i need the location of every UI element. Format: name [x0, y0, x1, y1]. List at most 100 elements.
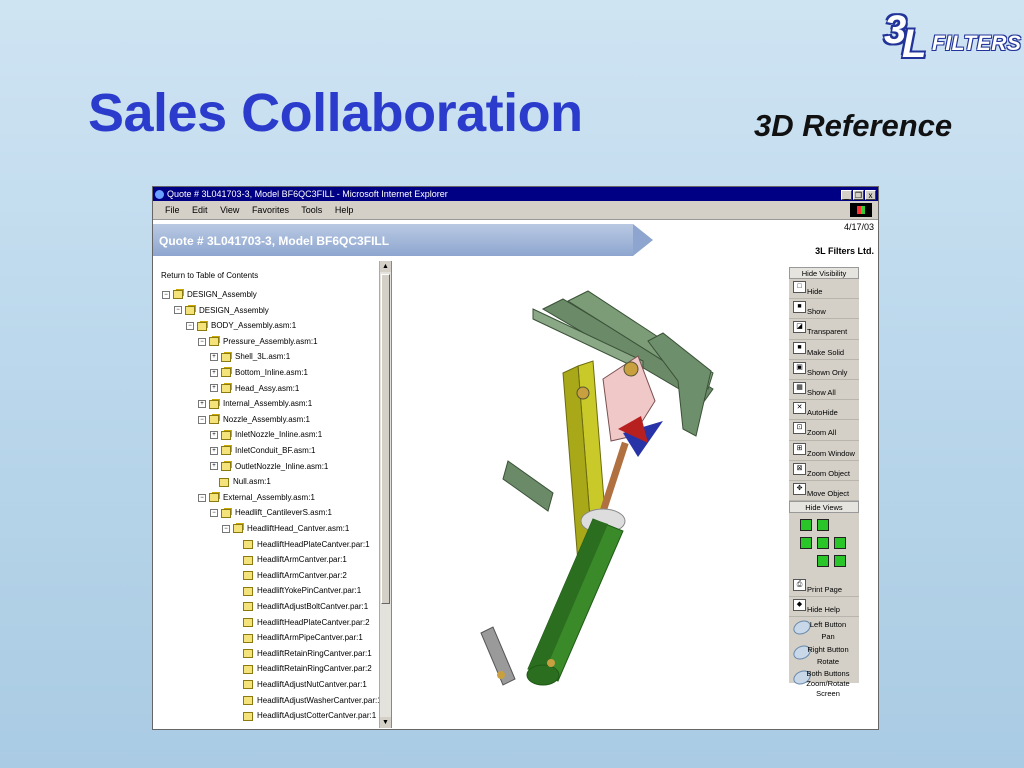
collapse-icon[interactable]: −	[186, 322, 194, 331]
view-cube-icon[interactable]	[834, 537, 846, 550]
tree-node[interactable]: HeadliftRetainRingCantver.par:2	[234, 663, 372, 675]
zoom-object-button[interactable]: ⊠ Zoom Object	[789, 461, 859, 481]
expand-icon[interactable]: +	[210, 431, 218, 440]
tree-node[interactable]: + Head_Assy.asm:1	[210, 383, 299, 395]
transparent-button[interactable]: ◪ Transparent	[789, 319, 859, 340]
tree-node[interactable]: HeadliftHeadPlateCantver.par:1	[234, 539, 370, 551]
collapse-icon[interactable]: −	[222, 524, 230, 533]
company-logo: 3 L FILTERS	[884, 8, 1021, 68]
part-icon	[243, 586, 253, 596]
tool-label: Move Object	[807, 488, 850, 498]
tree-node[interactable]: HeadliftArmPipeCantver.par:1	[234, 632, 363, 644]
tree-node-label: DESIGN_Assembly	[187, 290, 257, 299]
3d-model-viewer[interactable]	[393, 261, 787, 728]
tree-node[interactable]: + InletNozzle_Inline.asm:1	[210, 429, 322, 441]
menu-view[interactable]: View	[220, 205, 239, 215]
tool-label: Show All	[807, 387, 836, 397]
print-page-button[interactable]: ⎙ Print Page	[789, 577, 859, 598]
tree-node[interactable]: HeadliftArmCantver.par:1	[234, 554, 347, 566]
tree-node-label: HeadliftHeadPlateCantver.par:1	[257, 539, 370, 549]
expand-icon[interactable]: +	[198, 400, 206, 409]
tree-node[interactable]: Null.asm:1	[210, 476, 271, 488]
tree-node[interactable]: HeadliftAdjustNutCantver.par:1	[234, 679, 367, 691]
show-button[interactable]: ■ Show	[789, 299, 859, 320]
tree-node[interactable]: HeadliftArmCantver.par:2	[234, 570, 347, 582]
windows-flag-icon	[850, 203, 872, 217]
autohide-button[interactable]: ✕ AutoHide	[789, 400, 859, 421]
hide-visibility-button[interactable]: Hide Visibility	[789, 267, 859, 279]
expand-icon[interactable]: +	[210, 368, 218, 377]
assembly-icon	[221, 461, 231, 471]
tree-node[interactable]: HeadliftRetainRingCantver.par:1	[234, 648, 372, 660]
collapse-icon[interactable]: −	[198, 493, 206, 502]
tree-node[interactable]: − DESIGN_Assembly	[162, 289, 257, 301]
view-cube-icon[interactable]	[817, 537, 829, 550]
expand-icon[interactable]: +	[210, 353, 218, 362]
hide-views-button[interactable]: Hide Views	[789, 501, 859, 514]
assembly-icon	[221, 508, 231, 518]
scroll-down-arrow-icon[interactable]: ▼	[380, 717, 391, 728]
tree-node[interactable]: + Bottom_Inline.asm:1	[210, 367, 308, 379]
tree-node[interactable]: + Internal_Assembly.asm:1	[198, 398, 312, 410]
tree-node[interactable]: − DESIGN_Assembly	[174, 305, 269, 317]
tree-node[interactable]: + Shell_3L.asm:1	[210, 351, 290, 363]
hide-button[interactable]: □ Hide	[789, 279, 859, 300]
view-cube-icon[interactable]	[834, 555, 846, 568]
menu-file[interactable]: File	[165, 205, 180, 215]
close-button[interactable]: x	[865, 190, 876, 200]
part-icon	[243, 649, 253, 659]
tree-node[interactable]: − External_Assembly.asm:1	[198, 492, 315, 504]
zoom-object-icon: ⊠	[793, 462, 806, 475]
tree-scrollbar[interactable]: ▲ ▼	[379, 261, 391, 728]
scroll-up-arrow-icon[interactable]: ▲	[380, 261, 391, 272]
tree-node[interactable]: HeadliftAdjustWasherCantver.par:1	[234, 695, 382, 707]
tree-node[interactable]: HeadliftAdjustCotterCantver.par:1	[234, 710, 376, 722]
view-cube-icon[interactable]	[817, 519, 829, 532]
menu-help[interactable]: Help	[335, 205, 354, 215]
printer-icon: ⎙	[793, 579, 806, 592]
menu-favorites[interactable]: Favorites	[252, 205, 289, 215]
tree-node[interactable]: HeadliftHeadPlateCantver.par:2	[234, 617, 370, 629]
tree-node[interactable]: − Nozzle_Assembly.asm:1	[198, 414, 310, 426]
tree-node[interactable]: HeadliftAdjustBoltCantver.par:1	[234, 601, 368, 613]
expand-icon[interactable]: +	[210, 446, 218, 455]
tree-node[interactable]: − BODY_Assembly.asm:1	[186, 320, 296, 332]
collapse-icon[interactable]: −	[198, 337, 206, 346]
expand-icon[interactable]: +	[210, 384, 218, 393]
view-cube-icon[interactable]	[800, 519, 812, 532]
zoom-all-button[interactable]: ⊡ Zoom All	[789, 420, 859, 441]
show-all-button[interactable]: ▦ Show All	[789, 380, 859, 401]
zoom-window-button[interactable]: ⊞ Zoom Window	[789, 441, 859, 461]
minimize-button[interactable]: _	[841, 190, 852, 200]
tree-node[interactable]: HeadliftYokePinCantver.par:1	[234, 585, 361, 597]
assembly-icon	[221, 446, 231, 456]
restore-button[interactable]: ❒	[853, 190, 864, 200]
tree-node[interactable]: − Headlift_CantileverS.asm:1	[210, 507, 332, 519]
collapse-icon[interactable]: −	[174, 306, 182, 315]
scroll-thumb[interactable]	[381, 274, 390, 604]
return-to-toc-link[interactable]: Return to Table of Contents	[161, 271, 258, 280]
collapse-icon[interactable]: −	[210, 509, 218, 518]
collapse-icon[interactable]: −	[198, 415, 206, 424]
browser-title-bar[interactable]: Quote # 3L041703-3, Model BF6QC3FILL - M…	[153, 187, 878, 201]
view-cube-icon[interactable]	[800, 537, 812, 550]
company-name: 3L Filters Ltd.	[815, 246, 874, 256]
shown-only-icon: ▣	[793, 361, 806, 374]
hide-help-button[interactable]: ◆ Hide Help	[789, 597, 859, 618]
tree-node[interactable]: − Pressure_Assembly.asm:1	[198, 336, 318, 348]
autohide-icon: ✕	[793, 402, 806, 415]
view-cube-icon[interactable]	[817, 555, 829, 568]
menu-edit[interactable]: Edit	[192, 205, 208, 215]
tree-node[interactable]: + InletConduit_BF.asm:1	[210, 445, 316, 457]
quote-banner: Quote # 3L041703-3, Model BF6QC3FILL 4/1…	[153, 220, 880, 260]
menu-tools[interactable]: Tools	[301, 205, 322, 215]
shown-only-button[interactable]: ▣ Shown Only	[789, 360, 859, 380]
tree-node[interactable]: − HeadliftHead_Cantver.asm:1	[222, 523, 349, 535]
collapse-icon[interactable]: −	[162, 290, 170, 299]
move-object-button[interactable]: ✥ Move Object	[789, 481, 859, 502]
make-solid-button[interactable]: ■ Make Solid	[789, 340, 859, 360]
browser-window-title: Quote # 3L041703-3, Model BF6QC3FILL - M…	[167, 189, 448, 199]
tree-node[interactable]: + OutletNozzle_Inline.asm:1	[210, 461, 328, 473]
expand-icon[interactable]: +	[210, 462, 218, 471]
mouse-button-label: Left Button	[809, 620, 847, 630]
